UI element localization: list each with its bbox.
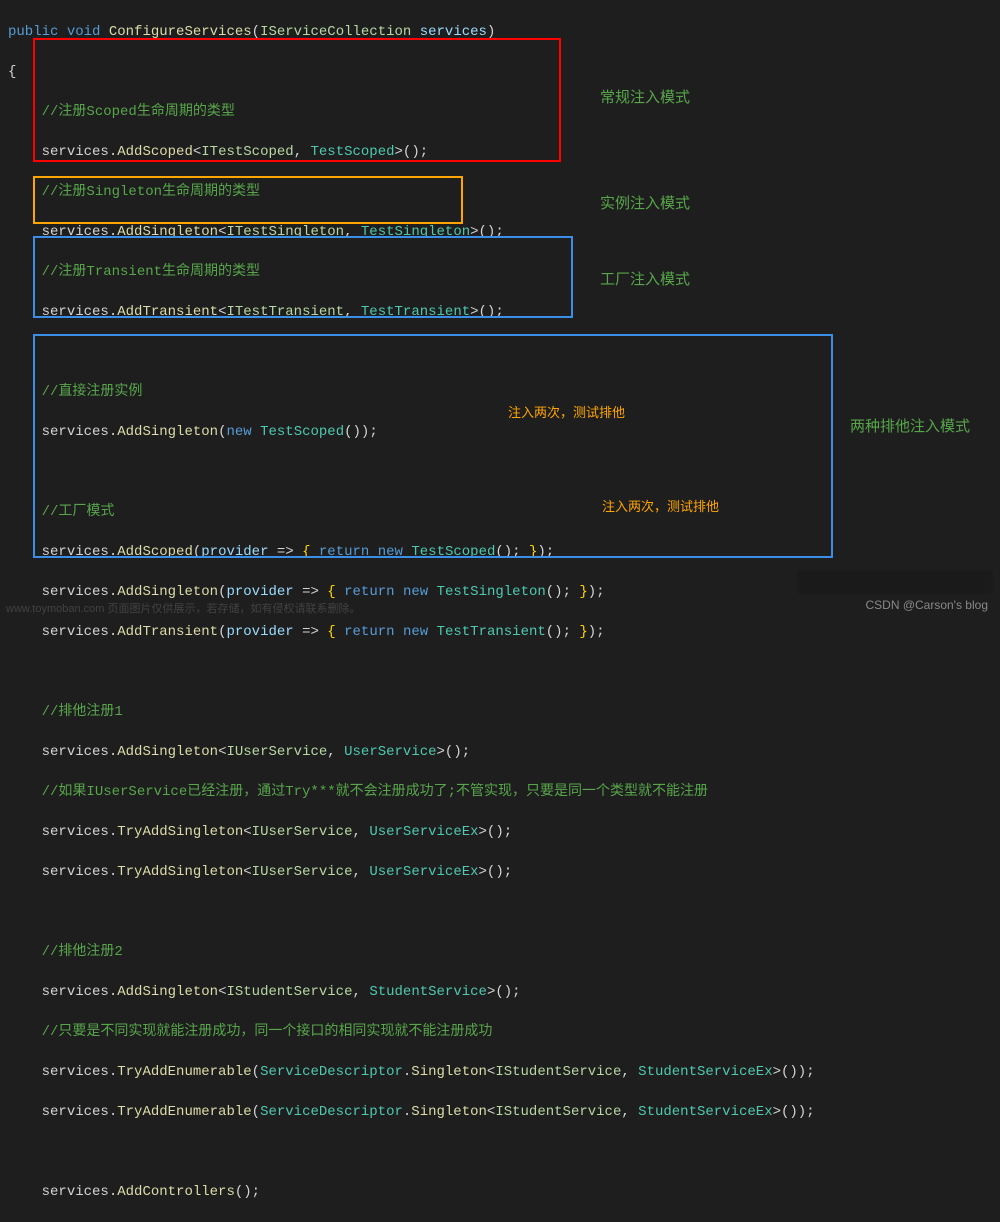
comment: //只要是不同实现就能注册成功，同一个接口的相同实现就不能注册成功	[42, 1024, 493, 1040]
kw-void: void	[67, 24, 101, 40]
comment: //注册Transient生命周期的类型	[42, 264, 260, 280]
comment: //注册Scoped生命周期的类型	[42, 104, 235, 120]
comment: //直接注册实例	[42, 384, 143, 400]
label-exclusive-mode: 两种排他注入模式	[850, 416, 990, 438]
param-type: IServiceCollection	[260, 24, 411, 40]
label-regular-mode: 常规注入模式	[600, 86, 690, 107]
annot-test-exclusive-1: 注入两次，测试排他	[508, 402, 625, 421]
kw-public: public	[8, 24, 58, 40]
comment: //工厂模式	[42, 504, 115, 520]
obscured-block	[795, 568, 995, 596]
annot-test-exclusive-2: 注入两次，测试排他	[602, 496, 719, 515]
label-instance-mode: 实例注入模式	[600, 192, 690, 213]
comment: //注册Singleton生命周期的类型	[42, 184, 260, 200]
comment: //如果IUserService已经注册，通过Try***就不会注册成功了;不管…	[42, 784, 708, 800]
comment: //排他注册2	[42, 944, 123, 960]
comment: //排他注册1	[42, 704, 123, 720]
bottom-caption: www.toymoban.com 页面图片仅供展示，若存储，如有侵权请联系删除。	[0, 600, 1000, 618]
method-name: ConfigureServices	[109, 24, 252, 40]
param-name: services	[420, 24, 487, 40]
label-factory-mode: 工厂注入模式	[600, 268, 690, 289]
